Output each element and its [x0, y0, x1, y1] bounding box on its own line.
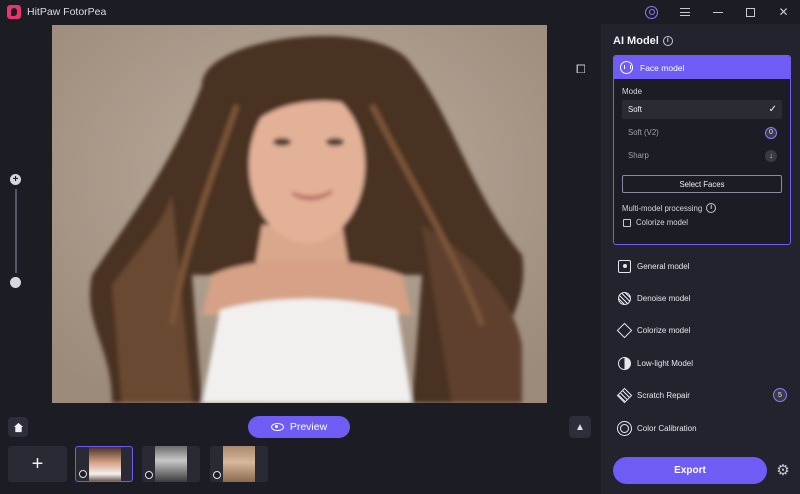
thumbnail-image — [223, 446, 255, 482]
home-button[interactable] — [8, 417, 28, 437]
model-label: General model — [637, 261, 690, 271]
mode-option-soft-v2[interactable]: Soft (V2) 0 — [622, 123, 782, 142]
model-label: Scratch Repair — [637, 390, 690, 400]
thumbnail-2[interactable] — [142, 446, 200, 482]
minimize-icon — [712, 11, 723, 13]
image-icon — [618, 259, 631, 273]
thumbnail-badge-icon — [213, 471, 221, 479]
face-model-label: Face model — [640, 62, 685, 73]
model-low-light[interactable]: Low-light Model — [618, 353, 793, 373]
info-icon[interactable]: i — [662, 36, 673, 46]
multi-model-text: Multi-model processing — [622, 203, 703, 213]
chevron-up-icon: ▲ — [575, 421, 585, 433]
model-scratch-repair[interactable]: Scratch Repair 5 — [616, 385, 793, 405]
info-icon[interactable]: i — [706, 203, 717, 213]
panel-title-label: AI Model — [613, 35, 659, 47]
face-icon — [620, 61, 633, 74]
count-badge: 5 — [773, 388, 787, 402]
mode-option-soft[interactable]: Soft ✓ — [622, 100, 782, 119]
zoom-in-icon[interactable]: + — [10, 174, 21, 185]
checkmark-icon: ✓ — [768, 104, 777, 115]
colorize-icon — [616, 322, 633, 338]
zoom-track[interactable] — [12, 189, 20, 285]
thumbnail-3[interactable] — [210, 446, 268, 482]
checkbox[interactable] — [623, 218, 631, 227]
low-light-icon — [618, 356, 631, 370]
ai-model-panel: AI Model i Face model Mode Soft ✓ Soft (… — [601, 24, 800, 494]
colorize-checkbox-label: Colorize model — [636, 218, 689, 227]
close-button[interactable]: ✕ — [767, 0, 800, 24]
multi-model-label: Multi-model processing i — [622, 203, 790, 213]
crop-icon[interactable]: ⧠ — [576, 62, 586, 77]
thumbnail-badge-icon — [79, 470, 87, 478]
preview-image — [52, 25, 547, 403]
download-icon[interactable]: ↓ — [765, 149, 777, 162]
thumbnail-image — [89, 447, 121, 481]
window-controls: ✕ — [635, 0, 800, 24]
app-window: HitPaw FotorPea ✕ ⧠ + Preview ▲ + AI Mod… — [0, 0, 800, 494]
model-general[interactable]: General model — [618, 256, 793, 276]
preview-button[interactable]: Preview — [248, 416, 350, 438]
user-icon — [645, 5, 658, 19]
eye-icon — [270, 423, 284, 431]
model-label: Low-light Model — [637, 358, 694, 368]
bottom-bar: Preview ▲ + — [0, 407, 601, 494]
collapse-button[interactable]: ▲ — [569, 416, 591, 438]
face-model-header[interactable]: Face model — [614, 56, 790, 79]
panel-title: AI Model i — [613, 35, 673, 47]
thumbnail-1[interactable] — [75, 446, 133, 482]
mode-option-label: Soft — [628, 105, 642, 114]
export-button[interactable]: Export — [613, 457, 767, 484]
home-icon — [13, 422, 23, 432]
gear-icon[interactable]: ⚙ — [775, 462, 791, 479]
image-canvas: ⧠ + − — [0, 24, 601, 407]
select-faces-button[interactable]: Select Faces — [622, 175, 782, 193]
maximize-icon — [746, 7, 755, 17]
model-denoise[interactable]: Denoise model — [618, 288, 793, 308]
zoom-slider[interactable]: + − — [10, 174, 22, 298]
portrait-photo — [52, 25, 547, 403]
zoom-handle[interactable] — [12, 277, 20, 285]
model-label: Denoise model — [637, 293, 691, 303]
add-image-button[interactable]: + — [8, 446, 67, 482]
mode-badge: 0 — [765, 126, 777, 139]
colorize-checkbox-row[interactable]: Colorize model — [623, 218, 790, 227]
minimize-button[interactable] — [701, 0, 734, 24]
preview-label: Preview — [289, 421, 328, 433]
menu-button[interactable] — [668, 0, 701, 24]
mode-label: Mode — [622, 87, 643, 96]
model-color-calibration[interactable]: Color Calibration — [618, 418, 793, 438]
close-icon: ✕ — [778, 5, 789, 19]
menu-icon — [679, 8, 690, 16]
model-colorize[interactable]: Colorize model — [616, 320, 793, 340]
mode-option-label: Soft (V2) — [628, 128, 659, 137]
mode-option-sharp[interactable]: Sharp ↓ — [622, 146, 782, 165]
calibration-icon — [620, 423, 629, 433]
account-button[interactable] — [635, 0, 668, 24]
scratch-icon — [616, 387, 633, 403]
app-logo-icon — [7, 5, 21, 19]
model-label: Colorize model — [637, 325, 691, 335]
denoise-icon — [618, 291, 631, 305]
thumbnail-image — [155, 446, 187, 482]
app-title: HitPaw FotorPea — [27, 6, 107, 18]
maximize-button[interactable] — [734, 0, 767, 24]
mode-option-label: Sharp — [628, 151, 649, 160]
face-model-card: Face model Mode Soft ✓ Soft (V2) 0 Sharp… — [613, 55, 791, 245]
title-bar: HitPaw FotorPea ✕ — [0, 0, 800, 24]
model-label: Color Calibration — [637, 423, 697, 433]
thumbnail-badge-icon — [145, 471, 153, 479]
